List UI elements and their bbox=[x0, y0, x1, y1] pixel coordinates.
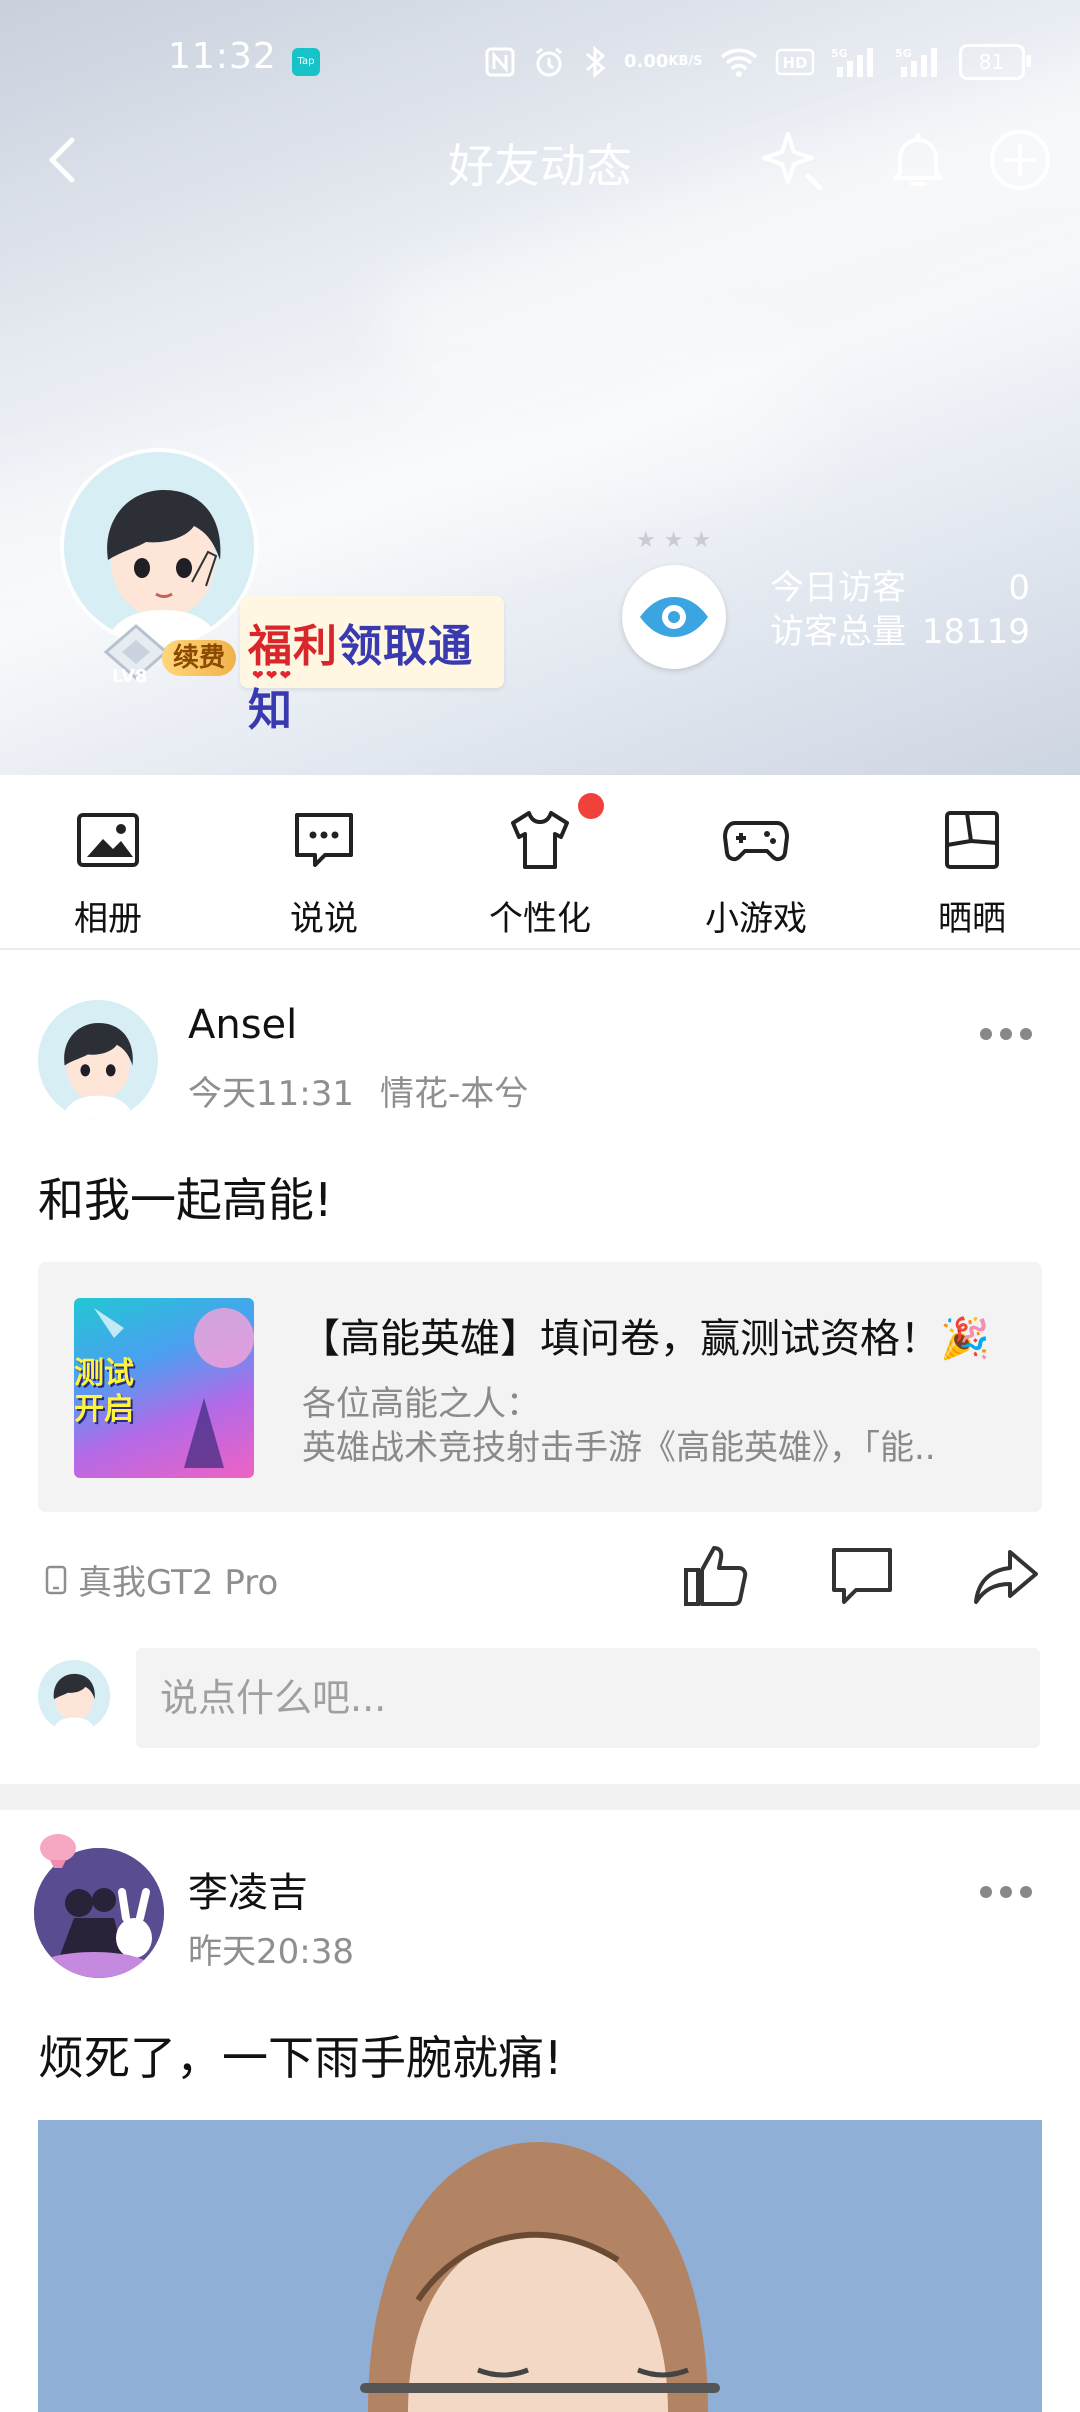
signal-5g-icon: 5G bbox=[831, 44, 879, 80]
magic-button[interactable] bbox=[758, 124, 830, 196]
eye-icon bbox=[640, 597, 708, 637]
post-text: 和我一起高能! bbox=[38, 1173, 333, 1227]
post-author-name[interactable]: Ansel bbox=[188, 1002, 297, 1048]
post-divider bbox=[0, 1784, 1080, 1810]
visitors-today-row: 今日访客 0 bbox=[770, 566, 1030, 610]
net-speed-value: 0.00 bbox=[624, 51, 669, 72]
visitors-today-label: 今日访客 bbox=[770, 568, 906, 608]
quick-action-minigames[interactable]: 小游戏 bbox=[676, 805, 836, 940]
welfare-text-red: 福利 bbox=[248, 621, 338, 672]
quick-action-showoff[interactable]: 晒晒 bbox=[892, 805, 1052, 940]
phone-icon bbox=[45, 1565, 67, 1594]
promo-text-line: 开启 bbox=[74, 1392, 134, 1427]
more-options-icon[interactable] bbox=[976, 1882, 1036, 1902]
album-icon bbox=[77, 813, 139, 867]
visitors-button[interactable] bbox=[622, 565, 726, 669]
quick-action-personalize[interactable]: 个性化 bbox=[460, 805, 620, 940]
share-icon[interactable] bbox=[970, 1540, 1042, 1612]
visitors-total-row: 访客总量 18119 bbox=[770, 610, 1030, 654]
post-device: 真我GT2 Pro bbox=[44, 1555, 278, 1604]
quick-action-label: 个性化 bbox=[489, 899, 591, 939]
status-icons: 0.00 KB/S HD 5G 5G 81 bbox=[484, 42, 1031, 82]
visitors-total-label: 访客总量 bbox=[770, 612, 906, 652]
my-avatar bbox=[38, 1660, 110, 1732]
profile-banner: 11:32 Tap 0.00 KB/S HD 5G 5G 81 好友动态 LV8… bbox=[0, 0, 1080, 775]
quick-action-label: 晒晒 bbox=[938, 899, 1006, 939]
post-author-avatar[interactable] bbox=[38, 1000, 158, 1120]
nfc-icon bbox=[484, 44, 516, 80]
visitor-stats[interactable]: 今日访客 0 访客总量 18119 bbox=[770, 566, 1030, 654]
plus-circle-icon bbox=[990, 130, 1050, 190]
description-line: 各位高能之人： bbox=[302, 1384, 540, 1424]
battery-indicator: 81 bbox=[958, 44, 1031, 80]
post-author-name[interactable]: 李凌吉 bbox=[188, 1860, 308, 1918]
device-name: 真我GT2 Pro bbox=[78, 1563, 279, 1603]
post-time: 昨天20:38 bbox=[188, 1932, 354, 1972]
post-meta: 今天11:31 情花-本兮 bbox=[188, 1066, 528, 1115]
bluetooth-icon bbox=[582, 44, 608, 80]
post-tag[interactable]: 情花-本兮 bbox=[380, 1074, 528, 1114]
visitors-today-value: 0 bbox=[1008, 568, 1030, 608]
quick-action-talk[interactable]: 说说 bbox=[244, 805, 404, 940]
shared-link-card[interactable]: 测试 开启 【高能英雄】填问卷，赢测试资格！🎉 各位高能之人： 英雄战术竞技射击手… bbox=[38, 1262, 1042, 1512]
status-time: 11:32 bbox=[168, 36, 277, 77]
svg-text:HD: HD bbox=[782, 54, 807, 72]
lantern-decoration-icon bbox=[40, 1834, 76, 1868]
add-button[interactable] bbox=[986, 126, 1054, 194]
visitors-total-value: 18119 bbox=[921, 612, 1030, 652]
magic-wand-icon bbox=[762, 132, 823, 191]
profile-avatar[interactable] bbox=[60, 448, 258, 646]
quick-action-label: 说说 bbox=[290, 899, 358, 939]
comment-icon[interactable] bbox=[826, 1540, 898, 1612]
anime-boy-avatar-image bbox=[64, 452, 254, 642]
chat-icon bbox=[295, 813, 353, 867]
signal-5g-icon: 5G bbox=[895, 44, 943, 80]
top-nav-bar: 好友动态 bbox=[0, 118, 1080, 202]
post-time: 今天11:31 bbox=[188, 1074, 354, 1114]
tap-app-icon: Tap bbox=[292, 48, 320, 76]
quick-action-label: 相册 bbox=[74, 899, 142, 939]
renew-badge[interactable]: 续费 bbox=[162, 640, 236, 676]
stars-decoration: ★★★ bbox=[636, 528, 720, 553]
collage-icon bbox=[945, 811, 999, 869]
hd-icon: HD bbox=[775, 44, 815, 80]
net-speed-unit: KB/S bbox=[668, 54, 703, 69]
post-text: 烦死了，一下雨手腕就痛! bbox=[38, 2031, 563, 2085]
post-image[interactable] bbox=[38, 2120, 1042, 2412]
quick-actions-bar: 相册 说说 个性化 小游戏 晒晒 bbox=[0, 775, 1080, 950]
quick-action-label: 小游戏 bbox=[705, 899, 807, 939]
promo-text: 测试 开启 bbox=[74, 1356, 254, 1428]
welfare-notice-banner[interactable]: 福利领取通知 ❤❤❤ bbox=[240, 596, 504, 736]
shared-link-description: 各位高能之人： 英雄战术竞技射击手游《高能英雄》，「能.. bbox=[302, 1382, 1022, 1470]
promo-text-line: 测试 bbox=[74, 1356, 134, 1391]
comment-input[interactable]: 说点什么吧... bbox=[136, 1648, 1040, 1748]
level-text: LV8 bbox=[112, 666, 148, 687]
bell-icon bbox=[893, 133, 943, 186]
notification-dot bbox=[578, 793, 604, 819]
hearts-decoration: ❤❤❤ bbox=[252, 668, 294, 684]
shared-link-title: 【高能英雄】填问卷，赢测试资格！🎉 bbox=[300, 1316, 990, 1362]
status-bar: 11:32 Tap 0.00 KB/S HD 5G 5G 81 bbox=[0, 30, 1080, 94]
cartoon-face-image bbox=[38, 2120, 1042, 2412]
wifi-icon bbox=[719, 44, 759, 80]
anime-boy-avatar-image bbox=[38, 1000, 158, 1120]
net-speed: 0.00 KB/S bbox=[624, 44, 703, 80]
alarm-icon bbox=[532, 44, 566, 80]
more-options-icon[interactable] bbox=[976, 1024, 1036, 1044]
home-indicator[interactable] bbox=[360, 2383, 720, 2393]
description-line: 英雄战术竞技射击手游《高能英雄》，「能.. bbox=[302, 1428, 936, 1468]
game-promo-thumbnail: 测试 开启 bbox=[74, 1298, 254, 1478]
like-icon[interactable] bbox=[680, 1540, 752, 1612]
svg-text:5G: 5G bbox=[831, 47, 848, 60]
quick-action-album[interactable]: 相册 bbox=[28, 805, 188, 940]
svg-text:5G: 5G bbox=[895, 47, 912, 60]
gamepad-icon bbox=[723, 821, 789, 862]
anime-boy-avatar-image bbox=[38, 1660, 110, 1732]
shirt-icon bbox=[511, 811, 569, 869]
notifications-button[interactable] bbox=[882, 124, 954, 196]
